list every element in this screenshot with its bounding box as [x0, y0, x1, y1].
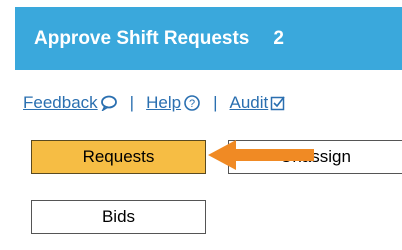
help-link[interactable]: Help	[146, 93, 181, 113]
audit-link[interactable]: Audit	[229, 93, 268, 113]
separator: |	[213, 93, 218, 112]
request-count: 2	[273, 27, 284, 49]
svg-text:?: ?	[189, 98, 195, 110]
bids-button[interactable]: Bids	[31, 200, 206, 234]
separator: |	[129, 93, 135, 112]
link-bar: Feedback | Help ? | Audit	[23, 91, 286, 115]
feedback-link[interactable]: Feedback	[23, 93, 98, 113]
page-header: Approve Shift Requests 2	[15, 7, 402, 70]
checkbox-icon[interactable]	[270, 95, 286, 111]
page-title: Approve Shift Requests	[34, 27, 250, 49]
left-arrow-icon	[208, 140, 314, 170]
speech-bubble-icon[interactable]	[100, 95, 118, 111]
question-circle-icon[interactable]: ?	[183, 94, 201, 112]
requests-button[interactable]: Requests	[31, 140, 206, 174]
